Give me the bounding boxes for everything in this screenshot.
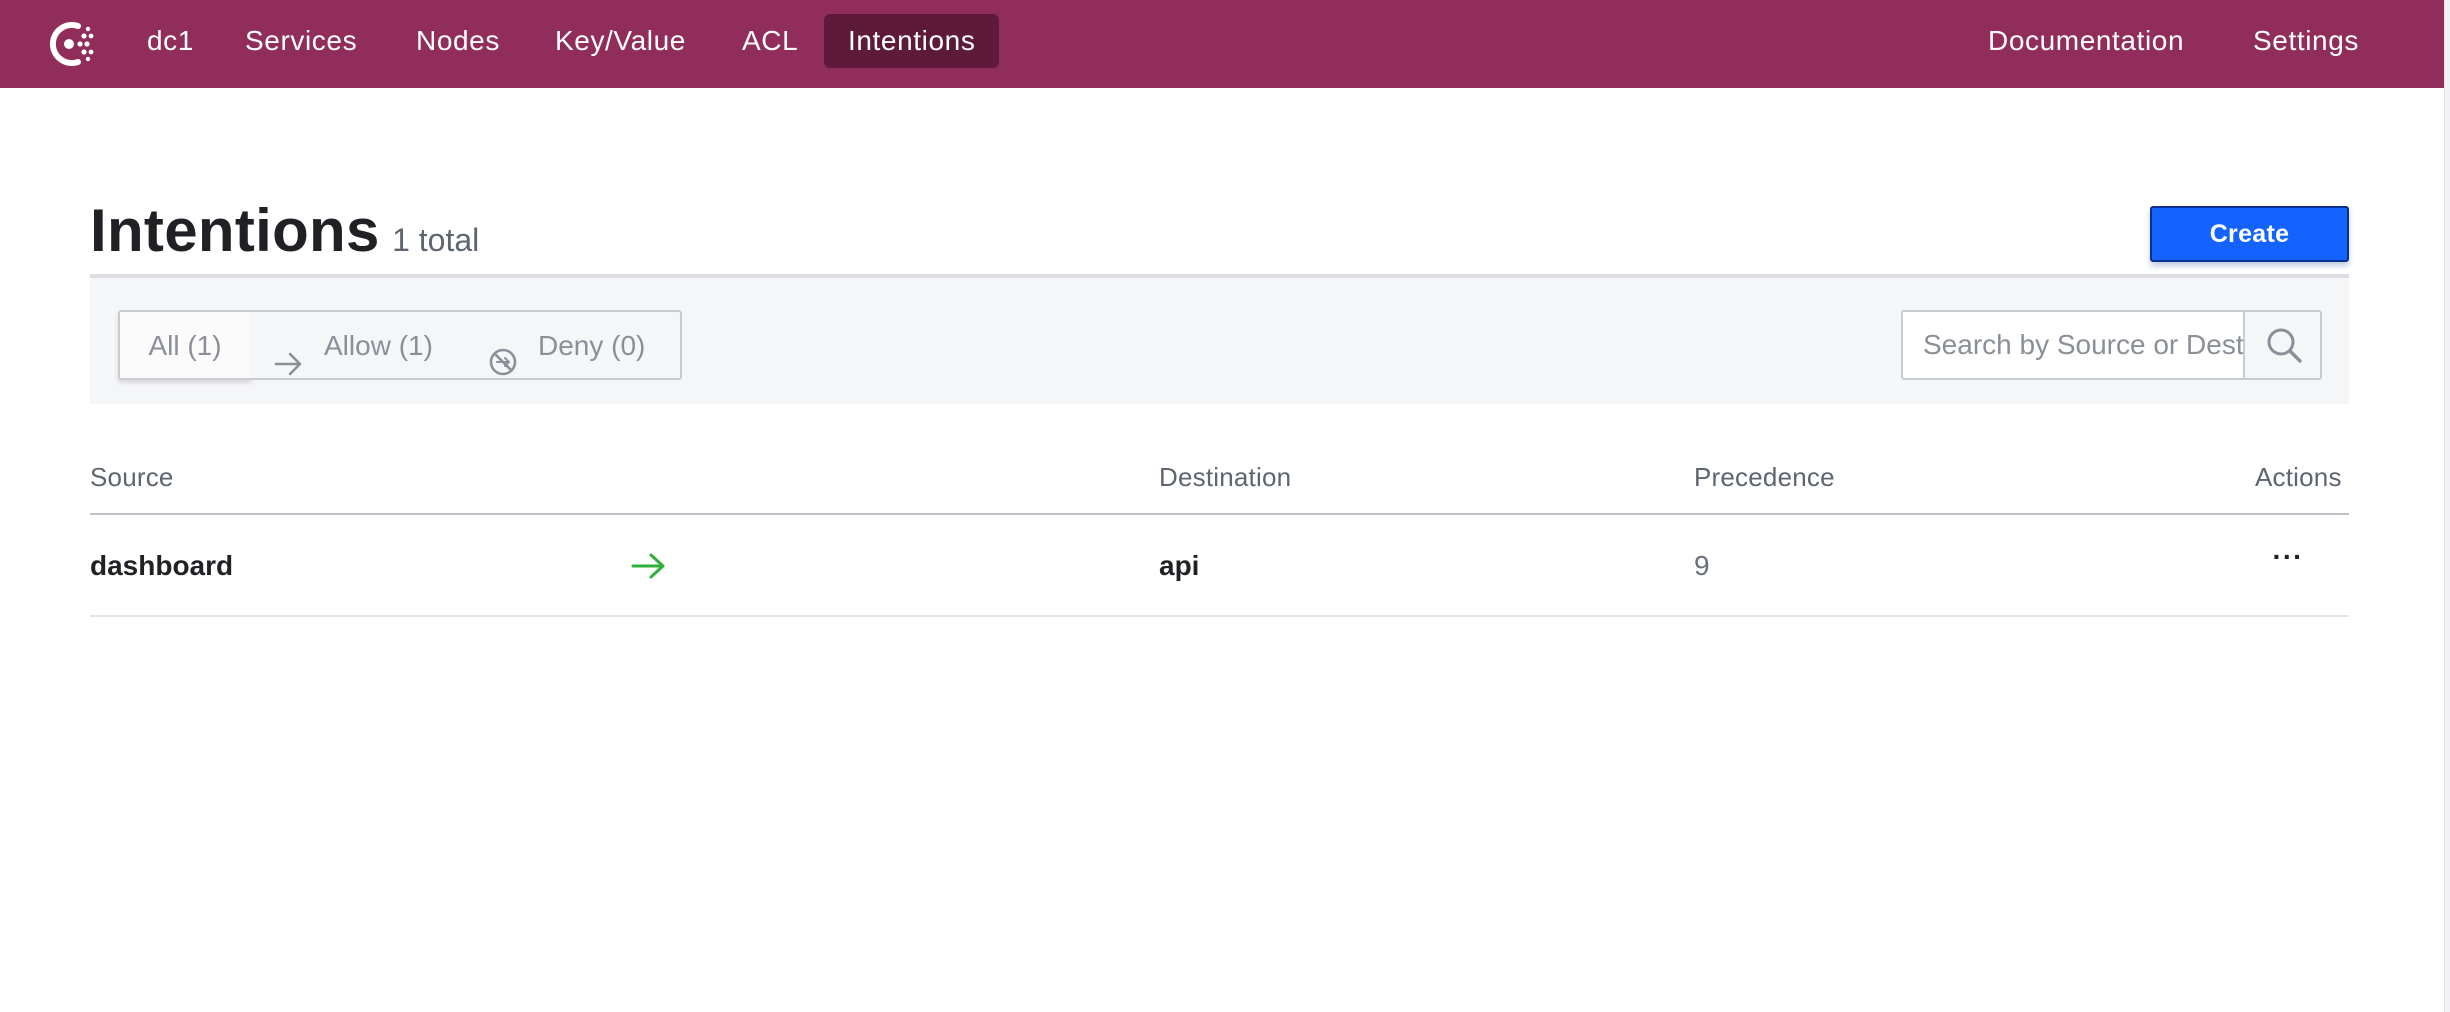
- search-input[interactable]: [1903, 312, 2243, 378]
- nav-services[interactable]: Services: [221, 14, 381, 68]
- nav-intentions[interactable]: Intentions: [824, 14, 1000, 68]
- deny-icon: [488, 334, 518, 376]
- row-precedence: 9: [1694, 550, 1710, 581]
- table-header-divider: [90, 513, 2349, 515]
- page-title: Intentions: [90, 197, 380, 264]
- filter-allow-tab[interactable]: Allow (1): [250, 310, 466, 380]
- filter-all-label: All (1): [148, 330, 222, 361]
- consul-logo-icon[interactable]: [40, 14, 100, 74]
- filter-all-tab[interactable]: All (1): [118, 310, 252, 380]
- filter-bar: All (1) Allow (1) Deny (0): [90, 274, 2349, 404]
- filter-allow-label: Allow (1): [324, 330, 433, 361]
- filter-deny-tab[interactable]: Deny (0): [464, 310, 682, 380]
- filter-deny-label: Deny (0): [538, 330, 646, 361]
- column-header-source[interactable]: Source: [90, 462, 174, 493]
- top-nav: dc1 Services Nodes Key/Value ACL Intenti…: [0, 0, 2444, 88]
- column-header-precedence[interactable]: Precedence: [1694, 462, 1835, 493]
- nav-key-value[interactable]: Key/Value: [531, 14, 710, 68]
- total-count: 1 total: [392, 222, 480, 258]
- nav-nodes[interactable]: Nodes: [392, 14, 524, 68]
- nav-settings[interactable]: Settings: [2229, 14, 2383, 68]
- arrow-right-icon: [274, 334, 304, 376]
- nav-documentation[interactable]: Documentation: [1964, 14, 2208, 68]
- column-header-destination[interactable]: Destination: [1159, 462, 1291, 493]
- table-row-divider: [90, 615, 2349, 617]
- page: dc1 Services Nodes Key/Value ACL Intenti…: [0, 0, 2450, 1012]
- window-scrollbar[interactable]: [2444, 0, 2450, 1012]
- page-header: Intentions 1 total: [90, 196, 479, 266]
- more-actions-button[interactable]: ···: [2264, 543, 2312, 580]
- search-button[interactable]: [2243, 312, 2320, 378]
- nav-acl[interactable]: ACL: [718, 14, 822, 68]
- create-button[interactable]: Create: [2150, 206, 2349, 262]
- nav-datacenter-dc1[interactable]: dc1: [123, 14, 218, 68]
- column-header-actions: Actions: [2255, 462, 2342, 492]
- search-box: [1901, 310, 2322, 380]
- row-source[interactable]: dashboard: [90, 550, 233, 582]
- row-destination[interactable]: api: [1159, 550, 1199, 582]
- arrow-right-icon: [630, 552, 668, 580]
